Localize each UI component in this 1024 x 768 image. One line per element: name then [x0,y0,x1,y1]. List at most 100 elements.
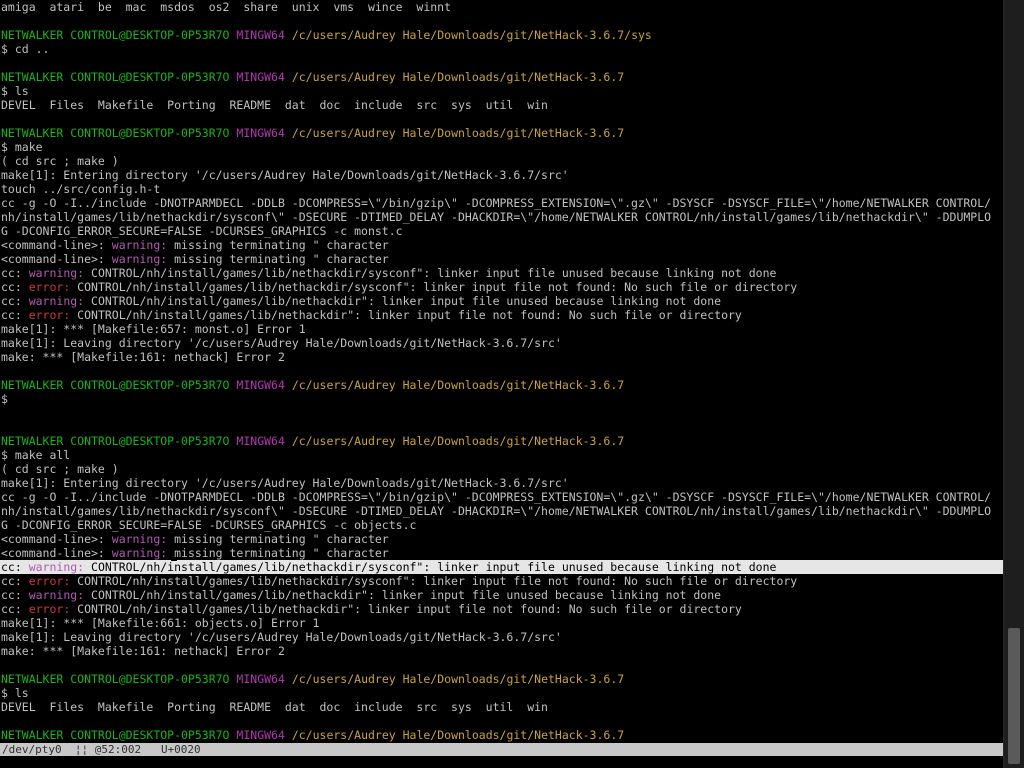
diag-message: missing terminating " character [167,532,389,546]
diag-prefix: cc: [1,280,29,294]
diag-message: CONTROL/nh/install/games/lib/nethackdir"… [84,588,722,602]
prompt-line: NETWALKER CONTROL@DESKTOP-0P53R7O MINGW6… [0,728,1003,742]
vertical-scrollbar[interactable] [1003,0,1024,768]
diag-prefix: cc: [1,308,29,322]
warning-label: warning: [111,252,168,266]
warning-line: cc: warning: CONTROL/nh/install/games/li… [0,294,1003,308]
output-text: $ cd .. [1,42,50,56]
diag-prefix: <command-line>: [1,252,112,266]
output-line: DEVEL Files Makefile Porting README dat … [0,98,1003,112]
output-text: nh/install/games/lib/nethackdir/sysconf\… [1,504,992,518]
diag-message: CONTROL/nh/install/games/lib/nethackdir/… [70,574,798,588]
scrollbar-thumb[interactable] [1008,628,1020,764]
warning-label: warning: [111,238,168,252]
prompt-path: /c/users/Audrey Hale/Downloads/git/NetHa… [291,28,652,42]
output-line: $ cd .. [0,42,1003,56]
output-text: make[1]: *** [Makefile:657: monst.o] Err… [1,322,306,336]
output-text: make: *** [Makefile:161: nethack] Error … [1,350,285,364]
diag-prefix: <command-line>: [1,238,112,252]
warning-line: <command-line>: warning: missing termina… [0,546,1003,560]
diag-message: CONTROL/nh/install/games/lib/nethackdir"… [84,294,722,308]
output-line: $ make all [0,448,1003,462]
prompt-user-host: NETWALKER CONTROL@DESKTOP-0P53R7O [1,378,230,392]
output-text: $ ls [1,84,29,98]
output-text: DEVEL Files Makefile Porting README dat … [1,98,548,112]
output-text: G -DCONFIG_ERROR_SECURE=FALSE -DCURSES_G… [1,518,417,532]
prompt-path: /c/users/Audrey Hale/Downloads/git/NetHa… [291,70,625,84]
warning-line: <command-line>: warning: missing termina… [0,238,1003,252]
prompt-env: MINGW64 [236,378,285,392]
prompt-line: NETWALKER CONTROL@DESKTOP-0P53R7O MINGW6… [0,434,1003,448]
output-line: DEVEL Files Makefile Porting README dat … [0,700,1003,714]
output-text: make: *** [Makefile:161: nethack] Error … [1,644,285,658]
warning-line: cc: warning: CONTROL/nh/install/games/li… [0,588,1003,602]
output-line: make[1]: Leaving directory '/c/users/Aud… [0,630,1003,644]
warning-label: warning: [28,588,85,602]
prompt-path: /c/users/Audrey Hale/Downloads/git/NetHa… [291,728,625,742]
diag-prefix: cc: [1,588,29,602]
prompt-env: MINGW64 [236,728,285,742]
output-text: cc -g -O -I../include -DNOTPARMDECL -DDL… [1,490,992,504]
prompt-line: NETWALKER CONTROL@DESKTOP-0P53R7O MINGW6… [0,126,1003,140]
output-text: amiga atari be mac msdos os2 share unix … [1,0,452,14]
output-line: ( cd src ; make ) [0,154,1003,168]
prompt-path: /c/users/Audrey Hale/Downloads/git/NetHa… [291,126,625,140]
prompt-env: MINGW64 [236,126,285,140]
output-line: $ [0,392,1003,406]
output-text: DEVEL Files Makefile Porting README dat … [1,700,548,714]
prompt-env: MINGW64 [236,28,285,42]
diag-prefix: cc: [1,602,29,616]
warning-line: <command-line>: warning: missing termina… [0,532,1003,546]
prompt-env: MINGW64 [236,434,285,448]
diag-message: CONTROL/nh/install/games/lib/nethackdir/… [84,560,777,574]
prompt-env: MINGW64 [236,70,285,84]
diag-message: CONTROL/nh/install/games/lib/nethackdir/… [70,280,798,294]
diag-prefix: cc: [1,266,29,280]
error-line: cc: error: CONTROL/nh/install/games/lib/… [0,308,1003,322]
prompt-user-host: NETWALKER CONTROL@DESKTOP-0P53R7O [1,70,230,84]
output-line: G -DCONFIG_ERROR_SECURE=FALSE -DCURSES_G… [0,224,1003,238]
error-label: error: [28,602,71,616]
output-line: ( cd src ; make ) [0,462,1003,476]
diag-message: CONTROL/nh/install/games/lib/nethackdir/… [84,266,777,280]
output-line: $ ls [0,84,1003,98]
output-text: make[1]: Entering directory '/c/users/Au… [1,168,569,182]
prompt-line: NETWALKER CONTROL@DESKTOP-0P53R7O MINGW6… [0,28,1003,42]
output-text: make[1]: Entering directory '/c/users/Au… [1,476,569,490]
prompt-path: /c/users/Audrey Hale/Downloads/git/NetHa… [291,378,625,392]
warning-label: warning: [28,266,85,280]
output-text: make[1]: Leaving directory '/c/users/Aud… [1,630,562,644]
output-line: touch ../src/config.h-t [0,182,1003,196]
prompt-user-host: NETWALKER CONTROL@DESKTOP-0P53R7O [1,28,230,42]
prompt-path: /c/users/Audrey Hale/Downloads/git/NetHa… [291,672,625,686]
output-line: nh/install/games/lib/nethackdir/sysconf\… [0,504,1003,518]
diag-message: missing terminating " character [167,252,389,266]
output-line: make[1]: Entering directory '/c/users/Au… [0,476,1003,490]
warning-line: cc: warning: CONTROL/nh/install/games/li… [0,560,1003,574]
output-line: $ make [0,140,1003,154]
output-text: $ ls [1,686,29,700]
text-cursor-icon [171,545,177,561]
prompt-user-host: NETWALKER CONTROL@DESKTOP-0P53R7O [1,672,230,686]
warning-label: warning: [28,294,85,308]
output-line: make[1]: *** [Makefile:661: objects.o] E… [0,616,1003,630]
prompt-env: MINGW64 [236,672,285,686]
error-line: cc: error: CONTROL/nh/install/games/lib/… [0,574,1003,588]
output-text: cc -g -O -I../include -DNOTPARMDECL -DDL… [1,196,992,210]
terminal-output[interactable]: amiga atari be mac msdos os2 share unix … [0,0,1003,742]
prompt-user-host: NETWALKER CONTROL@DESKTOP-0P53R7O [1,434,230,448]
output-line: cc -g -O -I../include -DNOTPARMDECL -DDL… [0,490,1003,504]
diag-prefix: cc: [1,574,29,588]
diag-prefix: cc: [1,560,29,574]
prompt-path: /c/users/Audrey Hale/Downloads/git/NetHa… [291,434,625,448]
diag-message: missing terminating " character [167,238,389,252]
output-text: ( cd src ; make ) [1,154,119,168]
warning-label: warning: [111,546,168,560]
